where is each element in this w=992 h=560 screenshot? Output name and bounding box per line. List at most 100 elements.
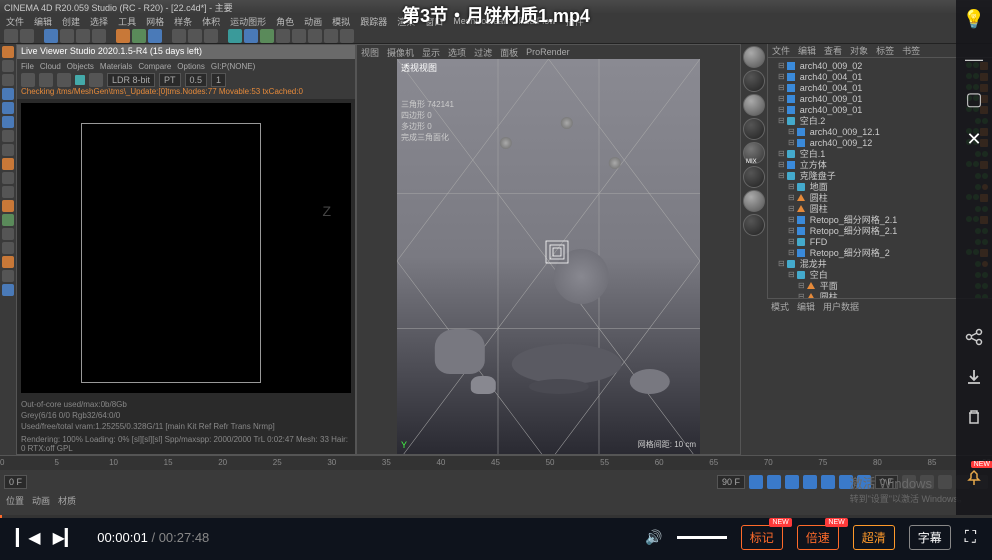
menu-char[interactable]: 角色 — [276, 15, 294, 28]
vp-camera-gizmo[interactable] — [542, 237, 572, 267]
vp-panel[interactable]: 面板 — [500, 46, 518, 59]
lv-val[interactable]: 0.5 — [185, 73, 208, 87]
attr-mode[interactable]: 模式 — [771, 300, 789, 313]
cube-icon[interactable] — [228, 29, 242, 43]
menu-create[interactable]: 创建 — [62, 15, 80, 28]
redo-icon[interactable] — [20, 29, 34, 43]
lv-gi[interactable]: GI:P(NONE) — [211, 62, 255, 71]
menu-volume[interactable]: 体积 — [202, 15, 220, 28]
menu-anim[interactable]: 动画 — [304, 15, 322, 28]
attr-user[interactable]: 用户数据 — [823, 300, 859, 313]
tex-mode-icon[interactable] — [2, 74, 14, 86]
lv-objects[interactable]: Objects — [67, 62, 94, 71]
tl-prev-frame-icon[interactable] — [785, 475, 799, 489]
menu-sim[interactable]: 模拟 — [332, 15, 350, 28]
delete-button[interactable] — [963, 406, 985, 428]
workplane-icon[interactable] — [2, 144, 14, 156]
attr-edit[interactable]: 编辑 — [797, 300, 815, 313]
spline-icon[interactable] — [244, 29, 258, 43]
vp-prorender[interactable]: ProRender — [526, 47, 570, 57]
material-ball-3[interactable] — [743, 94, 765, 116]
obj-obj[interactable]: 对象 — [850, 44, 868, 57]
tab-mat[interactable]: 材质 — [58, 494, 76, 507]
floor-icon[interactable] — [308, 29, 322, 43]
obj-view[interactable]: 查看 — [824, 44, 842, 57]
array-icon[interactable] — [276, 29, 290, 43]
lv-clip-icon[interactable] — [89, 73, 103, 87]
material-ball-1[interactable] — [743, 46, 765, 68]
material-ball-2[interactable] — [743, 70, 765, 92]
maximize-button[interactable]: ▢ — [963, 88, 985, 110]
menu-track[interactable]: 跟踪器 — [360, 15, 387, 28]
volume-icon[interactable]: 🔊 — [645, 529, 662, 546]
share-button[interactable] — [963, 326, 985, 348]
renderpv-icon[interactable] — [188, 29, 202, 43]
viewport-icon[interactable] — [2, 214, 14, 226]
point-mode-icon[interactable] — [2, 88, 14, 100]
rotate-icon[interactable] — [92, 29, 106, 43]
tl-start[interactable]: 0 F — [4, 475, 27, 489]
mark-button[interactable]: 标记NEW — [741, 525, 783, 550]
lv-stop-icon[interactable] — [39, 73, 53, 87]
menu-file[interactable]: 文件 — [6, 15, 24, 28]
fullscreen-icon[interactable]: ⛶ — [965, 529, 976, 547]
next-button[interactable]: ▶▎ — [53, 528, 78, 548]
obj-bm[interactable]: 书签 — [902, 44, 920, 57]
minimize-button[interactable]: — — [963, 48, 985, 70]
material-ball-5[interactable] — [743, 166, 765, 188]
volume-slider[interactable] — [677, 536, 727, 539]
light-icon[interactable] — [324, 29, 338, 43]
menu-tools[interactable]: 工具 — [118, 15, 136, 28]
lv-one[interactable]: 1 — [211, 73, 226, 87]
lv-materials[interactable]: Materials — [100, 62, 132, 71]
misc1-icon[interactable] — [2, 228, 14, 240]
nurbs-icon[interactable] — [260, 29, 274, 43]
speed-button[interactable]: 倍速NEW — [797, 525, 839, 550]
lv-cloud[interactable]: Cloud — [40, 62, 61, 71]
misc3-icon[interactable] — [2, 256, 14, 268]
scale-icon[interactable] — [76, 29, 90, 43]
menu-spline[interactable]: 样条 — [174, 15, 192, 28]
make-edit-icon[interactable] — [2, 200, 14, 212]
undo-icon[interactable] — [4, 29, 18, 43]
tl-prev-key-icon[interactable] — [767, 475, 781, 489]
tl-ruler[interactable]: 051015202530354045505560657075808590 — [0, 456, 992, 470]
lv-file[interactable]: File — [21, 62, 34, 71]
obj-file[interactable]: 文件 — [772, 44, 790, 57]
prev-button[interactable]: ▎◀ — [16, 528, 41, 548]
material-ball-mix[interactable] — [743, 142, 765, 164]
move-icon[interactable] — [60, 29, 74, 43]
lv-pt[interactable]: PT — [159, 73, 181, 87]
material-ball-4[interactable] — [743, 118, 765, 140]
edge-mode-icon[interactable] — [2, 102, 14, 114]
misc4-icon[interactable] — [2, 270, 14, 282]
misc5-icon[interactable] — [2, 284, 14, 296]
lv-lock-check[interactable] — [75, 75, 85, 85]
tl-play-icon[interactable] — [803, 475, 817, 489]
menu-select[interactable]: 选择 — [90, 15, 108, 28]
obj-edit[interactable]: 编辑 — [798, 44, 816, 57]
zaxis-icon[interactable] — [148, 29, 162, 43]
lv-play-icon[interactable] — [21, 73, 35, 87]
tips-button[interactable]: 💡 — [963, 8, 985, 30]
lv-refresh-icon[interactable] — [57, 73, 71, 87]
vp-display[interactable]: 显示 — [422, 46, 440, 59]
misc2-icon[interactable] — [2, 242, 14, 254]
lv-canvas[interactable]: Z — [21, 103, 351, 393]
material-ball-7[interactable] — [743, 214, 765, 236]
viewport-canvas[interactable]: 透视视图 三角形 742141 四边形 0 多边形 0 完成三角面化 — [397, 59, 700, 454]
cam-icon[interactable] — [340, 29, 354, 43]
obj-tag[interactable]: 标签 — [876, 44, 894, 57]
yaxis-icon[interactable] — [132, 29, 146, 43]
lock-icon[interactable] — [2, 158, 14, 170]
menu-mograph[interactable]: 运动图形 — [230, 15, 266, 28]
tl-end[interactable]: 90 F — [717, 475, 745, 489]
vp-filter[interactable]: 过滤 — [474, 46, 492, 59]
lv-compare[interactable]: Compare — [138, 62, 171, 71]
tweak-icon[interactable] — [2, 186, 14, 198]
object-mode-icon[interactable] — [2, 60, 14, 72]
render-icon[interactable] — [172, 29, 186, 43]
select-icon[interactable] — [44, 29, 58, 43]
renderset-icon[interactable] — [204, 29, 218, 43]
menu-edit[interactable]: 编辑 — [34, 15, 52, 28]
